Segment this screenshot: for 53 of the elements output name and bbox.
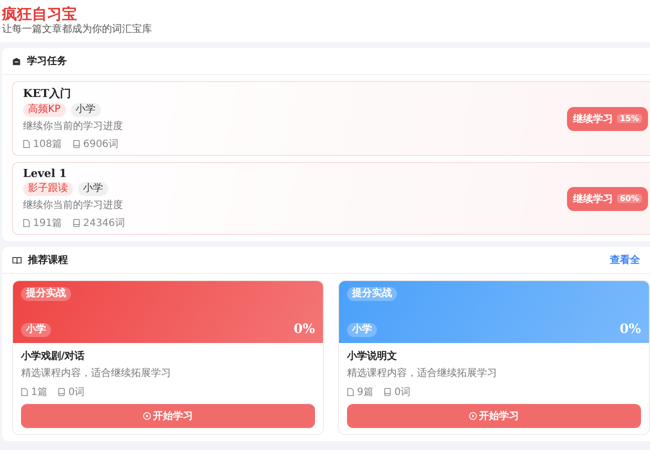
tag: 提分实战 <box>347 287 397 301</box>
task-title: KET入门 <box>23 86 72 101</box>
app-subtitle: 让每一篇文章都成为你的词汇宝库 <box>2 23 153 36</box>
building-icon <box>12 56 21 66</box>
tag: 高频KP <box>23 103 66 117</box>
tag: 小学 <box>347 322 377 336</box>
play-icon <box>469 412 477 420</box>
document-icon <box>23 140 30 148</box>
book-icon <box>73 219 80 227</box>
course-title: 小学说明文 <box>347 350 398 363</box>
section-title: 推荐课程 <box>28 254 68 267</box>
section-title: 学习任务 <box>27 54 67 68</box>
tag: 影子跟读 <box>23 182 73 196</box>
course-title: 小学戏剧/对话 <box>21 350 86 363</box>
task-description: 继续你当前的学习进度 <box>23 120 124 133</box>
course-card[interactable]: 提分实战 小学 0% 小学戏剧/对话 精选课程内容，适合继续拓展学习 1篇 0词 开始学习 <box>12 280 324 435</box>
progress-badge: 15% <box>616 114 642 123</box>
app-title: 疯狂自习宝 <box>2 5 78 23</box>
continue-button[interactable]: 继续学习 15% <box>566 106 648 130</box>
progress-percent: 0% <box>620 322 641 337</box>
article-count: 1篇 <box>31 386 48 399</box>
book-icon <box>384 388 392 396</box>
task-card[interactable]: Level 1 影子跟读 小学 继续你当前的学习进度 191篇 24346词 继续学习 60% <box>12 162 650 235</box>
book-icon <box>73 140 80 148</box>
start-button[interactable]: 开始学习 <box>21 404 315 428</box>
document-icon <box>347 388 354 396</box>
book-icon <box>58 388 66 396</box>
tag: 提分实战 <box>21 287 71 301</box>
article-count: 9篇 <box>357 386 374 399</box>
document-icon <box>21 388 28 396</box>
word-count: 6906词 <box>83 138 119 151</box>
word-count: 0词 <box>68 386 85 399</box>
tag: 小学 <box>70 103 101 117</box>
task-card[interactable]: KET入门 高频KP 小学 继续你当前的学习进度 108篇 6906词 继续学习 15% <box>12 81 650 156</box>
tag: 小学 <box>21 322 51 336</box>
article-count: 191篇 <box>33 217 62 230</box>
play-icon <box>143 412 151 420</box>
course-description: 精选课程内容，适合继续拓展学习 <box>347 366 498 380</box>
task-description: 继续你当前的学习进度 <box>23 198 124 212</box>
task-title: Level 1 <box>23 167 68 180</box>
word-count: 24346词 <box>83 217 125 230</box>
word-count: 0词 <box>394 386 411 399</box>
progress-percent: 0% <box>294 322 315 337</box>
document-icon <box>23 219 30 227</box>
continue-button[interactable]: 继续学习 60% <box>566 186 648 210</box>
course-card[interactable]: 提分实战 小学 0% 小学说明文 精选课程内容，适合继续拓展学习 9篇 0词 开始学习 <box>338 280 650 435</box>
start-button[interactable]: 开始学习 <box>347 404 641 428</box>
view-all-link[interactable]: 查看全 <box>610 253 640 267</box>
progress-badge: 60% <box>616 194 642 203</box>
article-count: 108篇 <box>33 138 62 151</box>
course-description: 精选课程内容，适合继续拓展学习 <box>21 366 172 380</box>
tag: 小学 <box>78 182 108 196</box>
open-book-icon <box>12 256 22 264</box>
